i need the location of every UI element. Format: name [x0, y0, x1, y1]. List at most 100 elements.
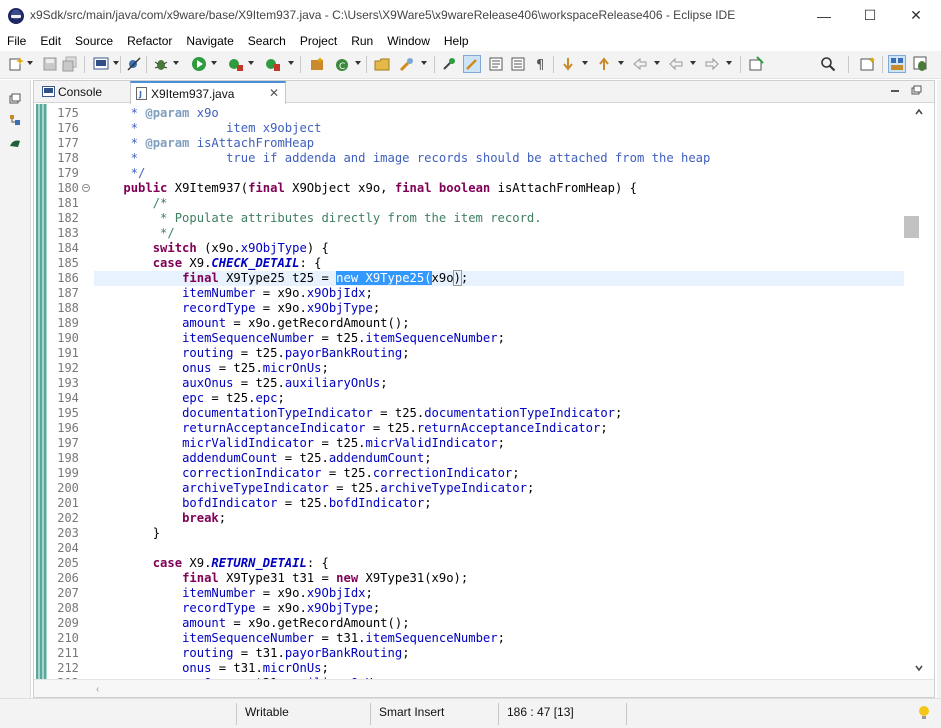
code-line[interactable]: returnAcceptanceIndicator = t25.returnAc… — [94, 421, 608, 436]
next-annotation-icon[interactable] — [560, 56, 576, 72]
menu-file[interactable]: File — [0, 31, 33, 51]
terminal-dropdown-arrow[interactable] — [113, 61, 119, 65]
minimize-view-icon[interactable] — [888, 84, 902, 98]
code-line[interactable]: itemNumber = x9o.x9ObjIdx; — [94, 586, 373, 601]
package-explorer-icon[interactable] — [9, 114, 21, 126]
run-dropdown-arrow[interactable] — [211, 61, 217, 65]
outline-view-icon[interactable] — [9, 137, 21, 149]
code-line[interactable]: onus = t31.micrOnUs; — [94, 661, 329, 676]
previous-annotation-icon[interactable] — [596, 56, 612, 72]
menu-source[interactable]: Source — [68, 31, 120, 51]
code-line[interactable]: */ — [94, 226, 175, 241]
tab-console[interactable]: Console — [38, 81, 128, 103]
new-class-dropdown-arrow[interactable] — [355, 61, 361, 65]
save-icon[interactable] — [42, 56, 58, 72]
code-line[interactable]: routing = t31.payorBankRouting; — [94, 646, 410, 661]
next-annotation-dropdown-arrow[interactable] — [582, 61, 588, 65]
forward-dropdown-arrow[interactable] — [726, 61, 732, 65]
external-tools-icon[interactable] — [265, 56, 281, 72]
new-dropdown-arrow[interactable] — [27, 61, 33, 65]
external-tools-dropdown-arrow[interactable] — [288, 61, 294, 65]
code-line[interactable]: break; — [94, 511, 226, 526]
eclipse-app-icon[interactable] — [8, 8, 24, 24]
code-line[interactable]: case X9.CHECK_DETAIL: { — [94, 256, 322, 271]
new-java-package-icon[interactable] — [309, 56, 325, 72]
menu-navigate[interactable]: Navigate — [179, 31, 240, 51]
code-line[interactable]: final X9Type31 t31 = new X9Type31(x9o); — [94, 571, 468, 586]
tab-x9item937-java[interactable]: J X9Item937.java ✕ — [130, 81, 286, 104]
menu-help[interactable]: Help — [437, 31, 476, 51]
code-line[interactable]: * Populate attributes directly from the … — [94, 211, 542, 226]
code-text[interactable]: * @param x9o * item x9object * @param is… — [94, 104, 904, 679]
code-line[interactable]: bofdIndicator = t25.bofdIndicator; — [94, 496, 432, 511]
tip-lightbulb-icon[interactable] — [918, 705, 930, 721]
last-edit-dropdown-arrow[interactable] — [654, 61, 660, 65]
code-line[interactable]: * item x9object — [94, 121, 322, 136]
code-line[interactable]: addendumCount = t25.addendumCount; — [94, 451, 432, 466]
toggle-edit-icon[interactable] — [463, 55, 481, 73]
coverage-icon[interactable] — [228, 56, 244, 72]
new-java-class-icon[interactable]: C — [334, 56, 350, 72]
coverage-dropdown-arrow[interactable] — [248, 61, 254, 65]
new-icon[interactable] — [8, 56, 24, 72]
java-perspective-icon[interactable] — [888, 55, 906, 73]
scroll-left-icon[interactable]: ‹ — [96, 684, 99, 695]
code-line[interactable]: itemSequenceNumber = t25.itemSequenceNum… — [94, 331, 505, 346]
search-dropdown-arrow[interactable] — [421, 61, 427, 65]
maximize-button[interactable]: ☐ — [847, 0, 893, 31]
run-icon[interactable] — [191, 56, 207, 72]
back-dropdown-arrow[interactable] — [690, 61, 696, 65]
open-type-icon[interactable] — [374, 56, 390, 72]
toggle-mark-occurrences-icon[interactable] — [441, 56, 457, 72]
menu-window[interactable]: Window — [380, 31, 437, 51]
status-cursor-position[interactable]: 186 : 47 [13] — [507, 705, 574, 719]
restore-view-icon[interactable] — [9, 93, 21, 105]
menu-run[interactable]: Run — [344, 31, 380, 51]
last-edit-location-icon[interactable] — [632, 56, 648, 72]
vertical-scrollbar[interactable] — [904, 104, 934, 679]
menu-project[interactable]: Project — [293, 31, 344, 51]
forward-icon[interactable] — [704, 56, 720, 72]
debug-dropdown-arrow[interactable] — [173, 61, 179, 65]
scroll-down-icon[interactable] — [915, 664, 923, 672]
code-line[interactable]: * @param x9o — [94, 106, 219, 121]
show-whitespace-icon[interactable]: ¶ — [533, 56, 549, 72]
code-line[interactable]: epc = t25.epc; — [94, 391, 285, 406]
open-perspective-icon[interactable] — [860, 56, 876, 72]
code-line[interactable]: routing = t25.payorBankRouting; — [94, 346, 410, 361]
java-editor[interactable]: 175 176 177 178 179 180− 181 182 183 184… — [34, 104, 934, 679]
menu-refactor[interactable]: Refactor — [120, 31, 179, 51]
code-line[interactable]: public X9Item937(final X9Object x9o, fin… — [94, 181, 637, 196]
code-line[interactable]: } — [94, 526, 160, 541]
back-icon[interactable] — [668, 56, 684, 72]
close-window-button[interactable]: ✕ — [893, 0, 939, 31]
horizontal-scrollbar[interactable]: ‹ — [34, 679, 934, 697]
minimize-button[interactable]: — — [801, 0, 847, 31]
previous-annotation-dropdown-arrow[interactable] — [618, 61, 624, 65]
vertical-scroll-thumb[interactable] — [904, 216, 919, 239]
code-line[interactable]: correctionIndicator = t25.correctionIndi… — [94, 466, 520, 481]
code-line[interactable]: amount = x9o.getRecordAmount(); — [94, 616, 409, 631]
code-line[interactable]: * @param isAttachFromHeap — [94, 136, 314, 151]
pin-editor-icon[interactable] — [748, 56, 764, 72]
fold-toggle-icon[interactable]: − — [82, 184, 90, 192]
code-line[interactable]: auxOnus = t25.auxiliaryOnUs; — [94, 376, 387, 391]
menu-search[interactable]: Search — [241, 31, 293, 51]
code-line[interactable]: recordType = x9o.x9ObjType; — [94, 601, 380, 616]
save-all-icon[interactable] — [62, 56, 78, 72]
code-line[interactable]: /* — [94, 196, 168, 211]
code-line[interactable]: onus = t25.micrOnUs; — [94, 361, 329, 376]
code-line[interactable]: itemSequenceNumber = t31.itemSequenceNum… — [94, 631, 505, 646]
menu-edit[interactable]: Edit — [33, 31, 68, 51]
code-line[interactable]: recordType = x9o.x9ObjType; — [94, 301, 380, 316]
status-insert-mode[interactable]: Smart Insert — [379, 705, 444, 719]
code-line[interactable]: amount = x9o.getRecordAmount(); — [94, 316, 409, 331]
search-tool-icon[interactable] — [399, 56, 415, 72]
skip-breakpoints-icon[interactable] — [126, 56, 142, 72]
maximize-view-icon[interactable] — [909, 84, 923, 98]
terminal-icon[interactable] — [93, 56, 109, 72]
close-tab-icon[interactable]: ✕ — [269, 86, 279, 100]
toggle-word-wrap-icon[interactable] — [510, 56, 526, 72]
code-line[interactable]: micrValidIndicator = t25.micrValidIndica… — [94, 436, 505, 451]
toggle-block-selection-icon[interactable] — [488, 56, 504, 72]
